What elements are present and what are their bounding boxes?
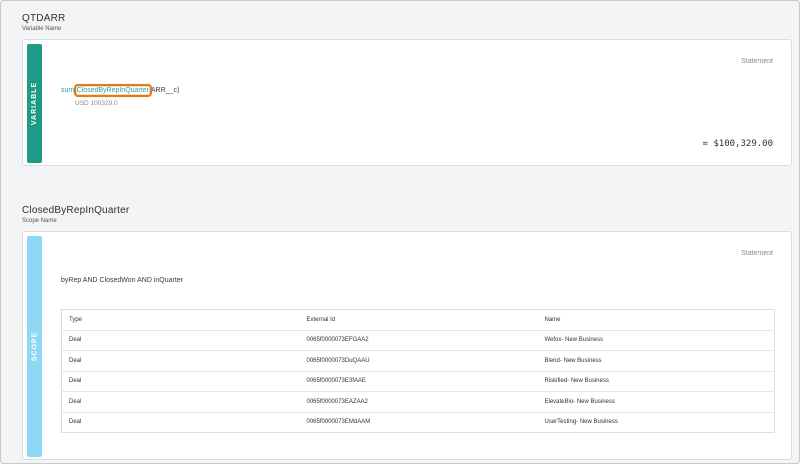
cell-name: UserTesting- New Business (544, 419, 618, 426)
variable-name-caption: Variable Name (22, 26, 62, 32)
table-row[interactable]: Deal 0065f0000073E3fAAE Riskified- New B… (61, 371, 775, 392)
variable-name: QTDARR (22, 13, 66, 24)
formula-scope-link[interactable]: ClosedByRepInQuarter (73, 84, 152, 97)
scope-expression: byRep AND ClosedWon AND inQuarter (61, 277, 184, 284)
table-row[interactable]: Deal 0065f0000073EFGAA2 Wefox- New Busin… (61, 330, 775, 351)
cell-type: Deal (61, 330, 300, 351)
scope-card: SCOPE Statement byRep AND ClosedWon AND … (22, 231, 792, 460)
variable-formula: sum(ClosedByRepInQuarter.ARR__c) (61, 84, 180, 97)
variable-total: = $100,329.00 (702, 139, 773, 149)
table-row[interactable]: Deal 0065f0000073DuQAAU Blend- New Busin… (61, 350, 775, 372)
scope-tag: SCOPE (27, 236, 42, 457)
formula-field: .ARR__c) (148, 87, 180, 94)
table-row[interactable]: Deal 0065f0000073EAZAA2 ElevateBio- New … (61, 391, 775, 413)
scope-records-table: Type External Id Name Deal 0065f0000073E… (61, 309, 775, 433)
table-header-row: Type External Id Name (61, 309, 775, 331)
column-header-external-id[interactable]: External Id (299, 309, 538, 331)
statement-label: Statement (741, 58, 773, 65)
cell-name: Blend- New Business (537, 350, 775, 372)
table-row[interactable]: Deal 0065f0000073EMdAAM UserTesting- New… (62, 412, 775, 433)
cell-name: Wefox- New Business (537, 330, 775, 351)
formula-sum: sum( (61, 87, 77, 94)
scope-name: ClosedByRepInQuarter (22, 205, 130, 216)
variable-tag-label: VARIABLE (31, 81, 39, 126)
column-header-name[interactable]: Name (537, 309, 775, 331)
cell-type: Deal (61, 350, 300, 372)
cell-type: Deal (61, 391, 300, 413)
variable-tag: VARIABLE (27, 44, 42, 163)
scope-name-caption: Scope Name (22, 218, 57, 224)
variable-card: VARIABLE Statement sum(ClosedByRepInQuar… (22, 39, 792, 166)
cell-external-id: 0065f0000073EMdAAM (306, 419, 371, 426)
formula-value: USD 100329.0 (75, 100, 118, 107)
cell-name: ElevateBio- New Business (537, 391, 775, 413)
cell-type: Deal (69, 419, 82, 426)
cell-external-id: 0065f0000073EAZAA2 (299, 391, 538, 413)
cell-external-id: 0065f0000073E3fAAE (299, 371, 538, 392)
column-header-type[interactable]: Type (61, 309, 300, 331)
scope-tag-label: SCOPE (31, 331, 39, 362)
statement-label: Statement (741, 250, 773, 257)
cell-type: Deal (61, 371, 300, 392)
cell-external-id: 0065f0000073EFGAA2 (299, 330, 538, 351)
cell-name: Riskified- New Business (537, 371, 775, 392)
cell-external-id: 0065f0000073DuQAAU (299, 350, 538, 372)
